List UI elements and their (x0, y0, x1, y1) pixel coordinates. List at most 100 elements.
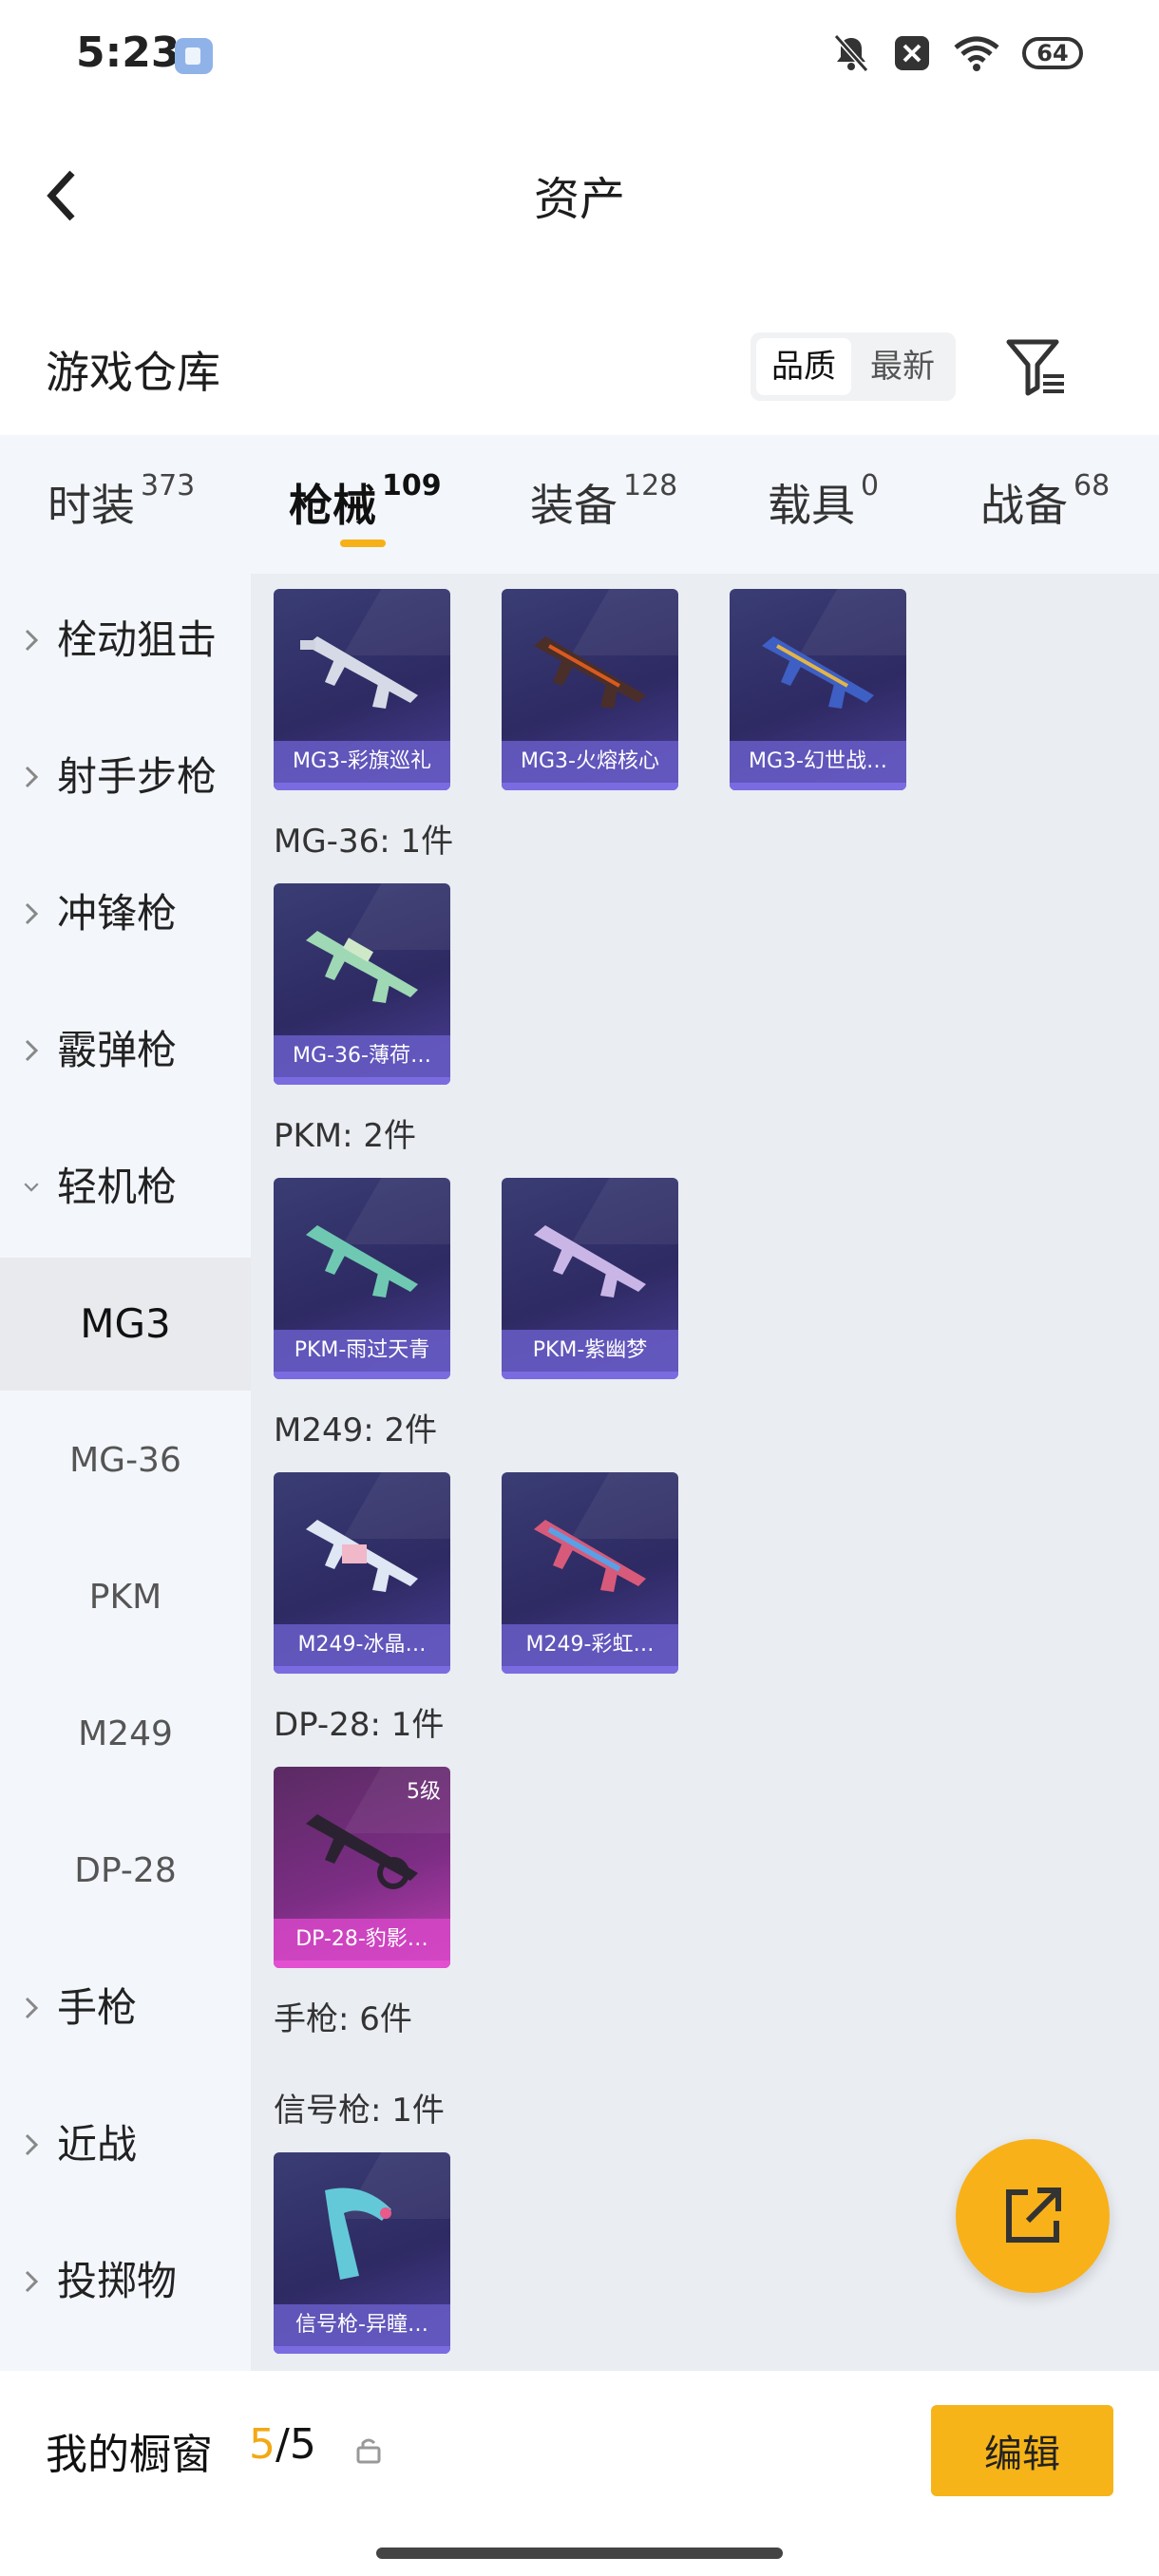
group-title-mg36: MG-36: 1件 (274, 823, 454, 861)
rarity-bar (502, 1372, 678, 1379)
tab-firearms[interactable]: 枪械 109 (289, 469, 442, 534)
status-icons: 64 (830, 32, 1083, 74)
item-card[interactable]: PKM-雨过天青 (274, 1178, 450, 1379)
group-title-m249: M249: 2件 (274, 1411, 438, 1449)
tab-equipment[interactable]: 装备 128 (530, 469, 677, 534)
gun-icon (306, 1520, 418, 1592)
share-button[interactable] (956, 2139, 1110, 2293)
showcase-label: 我的橱窗 (46, 2431, 213, 2479)
repository-title: 游戏仓库 (46, 347, 220, 398)
group-title-flare: 信号枪: 1件 (274, 2092, 445, 2130)
item-name: DP-28-豹影… (274, 1919, 450, 1960)
sidebar-subitem-m249[interactable]: M249 (0, 1668, 251, 1801)
tab-count: 109 (382, 469, 442, 502)
tab-fashion[interactable]: 时装 373 (48, 469, 196, 534)
sidebar-item-smg[interactable]: 冲锋枪 (0, 847, 251, 980)
sidebar-item-label: 投掷物 (57, 2258, 178, 2304)
group-title-pkm: PKM: 2件 (274, 1117, 417, 1155)
sort-toggle: 品质 最新 (750, 332, 956, 401)
gun-icon (534, 636, 646, 709)
sidebar-item-label: 手枪 (57, 1984, 138, 2031)
gun-icon (534, 1225, 646, 1297)
page-title: 资产 (533, 173, 625, 226)
item-card[interactable]: MG3-幻世战… (730, 589, 906, 790)
tab-supplies[interactable]: 战备 68 (980, 469, 1111, 534)
sidebar-item-bolt-sniper[interactable]: 栓动狙击 (0, 574, 251, 707)
item-name: MG3-彩旗巡礼 (274, 741, 450, 783)
sidebar-subitem-pkm[interactable]: PKM (0, 1531, 251, 1664)
sidebar-item-label: 栓动狙击 (57, 616, 218, 663)
edit-button[interactable]: 编辑 (931, 2405, 1113, 2496)
chevron-right-icon (23, 574, 40, 707)
chevron-right-icon (23, 710, 40, 843)
chevron-right-icon (23, 2215, 40, 2348)
rarity-bar (274, 1372, 450, 1379)
rarity-bar (502, 1666, 678, 1674)
rarity-bar (274, 1960, 450, 1968)
tab-count: 68 (1074, 469, 1111, 502)
gun-icon (306, 1225, 418, 1297)
tab-count: 0 (861, 469, 880, 502)
sidebar-item-label: 冲锋枪 (57, 890, 178, 937)
item-name: PKM-紫幽梦 (502, 1330, 678, 1372)
item-name: PKM-雨过天青 (274, 1330, 450, 1372)
tab-label: 枪械 (289, 480, 376, 531)
status-bar: 5:23 64 (0, 0, 1159, 114)
item-card[interactable]: 信号枪-异瞳… (274, 2152, 450, 2354)
item-card[interactable]: MG-36-薄荷… (274, 883, 450, 1085)
chevron-right-icon (23, 984, 40, 1117)
home-indicator[interactable] (376, 2548, 783, 2559)
gun-icon (306, 931, 418, 1003)
sidebar-item-melee[interactable]: 近战 (0, 2078, 251, 2211)
tab-vehicles[interactable]: 载具 0 (768, 469, 880, 534)
sort-newest-button[interactable]: 最新 (855, 338, 950, 395)
item-name: MG3-幻世战… (730, 741, 906, 783)
sidebar-item-throwables[interactable]: 投掷物 (0, 2215, 251, 2348)
filter-icon[interactable] (1003, 334, 1070, 401)
item-card[interactable]: M249-彩虹… (502, 1472, 678, 1674)
sidebar: 栓动狙击 射手步枪 冲锋枪 霰弹枪 轻机枪 MG3 MG-36 PKM M249… (0, 574, 251, 2371)
tab-label: 载具 (768, 480, 855, 531)
battery-icon: 64 (1022, 37, 1083, 69)
chevron-right-icon (23, 1941, 40, 2074)
chevron-down-icon (23, 1121, 40, 1254)
rarity-bar (274, 2346, 450, 2354)
sidebar-item-pistol[interactable]: 手枪 (0, 1941, 251, 2074)
item-card[interactable]: MG3-火熔核心 (502, 589, 678, 790)
app-notification-icon (175, 38, 213, 74)
group-title-pistol: 手枪: 6件 (274, 2000, 412, 2038)
sidebar-subitem-mg3[interactable]: MG3 (0, 1258, 251, 1391)
item-name: M249-彩虹… (502, 1624, 678, 1666)
wifi-icon (954, 36, 999, 71)
sidebar-subitem-dp28[interactable]: DP-28 (0, 1805, 251, 1938)
gun-icon (534, 1520, 646, 1592)
item-card[interactable]: M249-冰晶… (274, 1472, 450, 1674)
chevron-right-icon (23, 2078, 40, 2211)
item-name: M249-冰晶… (274, 1624, 450, 1666)
item-name: MG3-火熔核心 (502, 741, 678, 783)
sidebar-subitem-mg36[interactable]: MG-36 (0, 1394, 251, 1527)
item-name: MG-36-薄荷… (274, 1035, 450, 1077)
external-link-icon (1006, 2188, 1061, 2243)
rarity-bar (274, 1077, 450, 1085)
item-card[interactable]: 5级 DP-28-豹影… (274, 1767, 450, 1968)
sidebar-item-label: 轻机枪 (57, 1164, 178, 1210)
gun-icon (762, 636, 874, 709)
tab-label: 战备 (980, 480, 1068, 531)
group-title-dp28: DP-28: 1件 (274, 1706, 445, 1744)
lock-icon (356, 2438, 381, 2464)
sidebar-item-shotgun[interactable]: 霰弹枪 (0, 984, 251, 1117)
item-card[interactable]: MG3-彩旗巡礼 (274, 589, 450, 790)
mute-icon (833, 34, 869, 72)
sort-quality-button[interactable]: 品质 (756, 338, 851, 395)
status-time: 5:23 (76, 28, 180, 77)
tab-count: 373 (141, 469, 196, 502)
sidebar-item-lmg[interactable]: 轻机枪 (0, 1121, 251, 1254)
sidebar-item-marksman-rifle[interactable]: 射手步枪 (0, 710, 251, 843)
rarity-bar (274, 1666, 450, 1674)
item-card[interactable]: PKM-紫幽梦 (502, 1178, 678, 1379)
rarity-bar (730, 783, 906, 790)
rarity-bar (274, 783, 450, 790)
showcase-count: 5/5 (249, 2420, 316, 2469)
rarity-bar (502, 783, 678, 790)
